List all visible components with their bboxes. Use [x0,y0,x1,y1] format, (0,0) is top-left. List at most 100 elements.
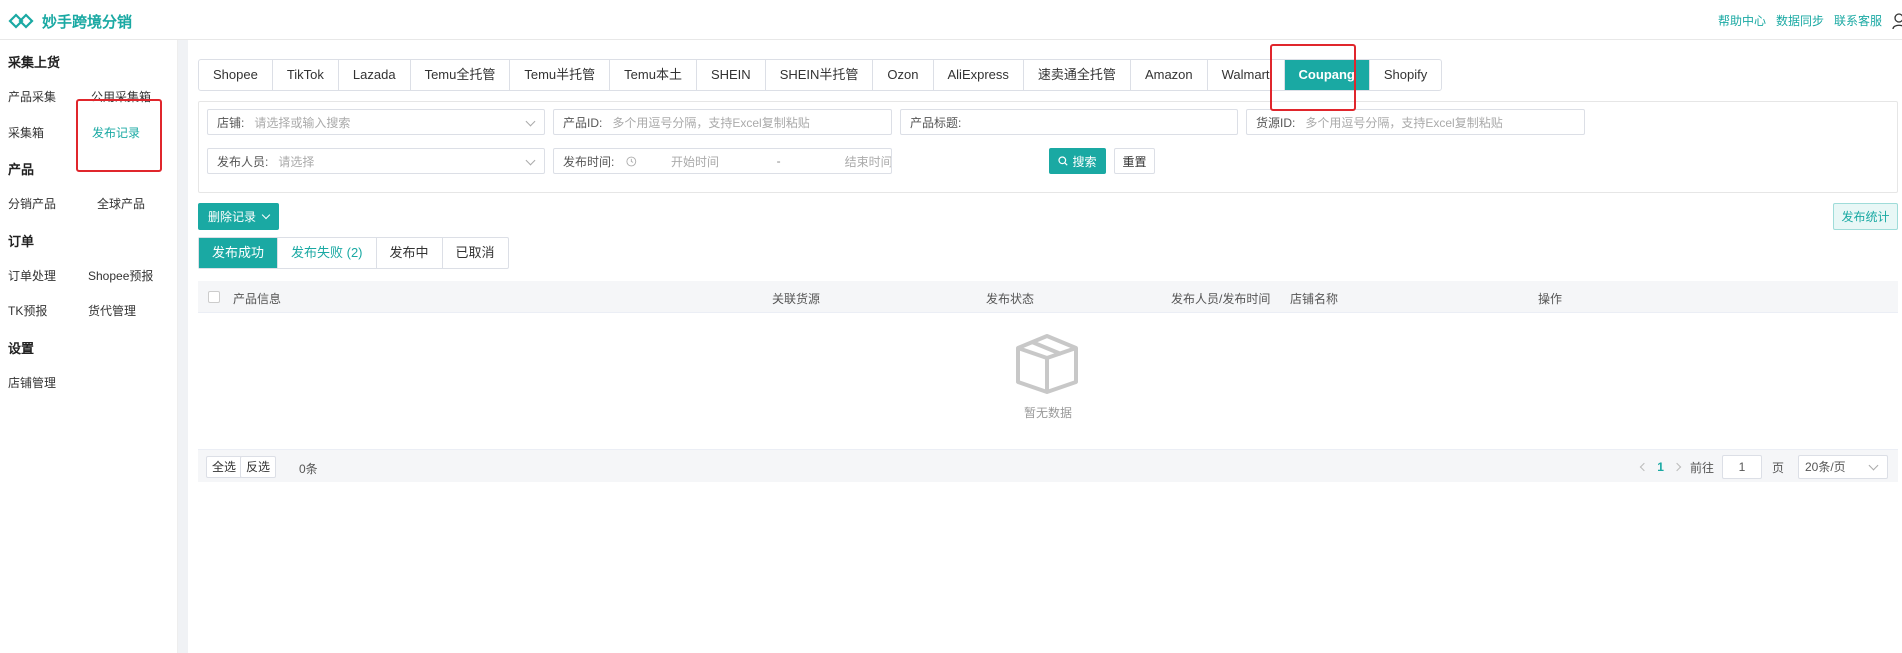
shop-label: 店铺: [217,115,245,130]
record-count: 0条 [299,462,318,476]
sidebar-item-forwarder-management[interactable]: 货代管理 [88,302,136,319]
table-footer: 全选 反选 0条 1 前往 1 页 20条/页 [198,449,1898,482]
publisher-placeholder: 请选择 [278,154,315,169]
chevron-down-icon [525,155,536,166]
tab-tiktok[interactable]: TikTok [273,60,339,90]
product-title-label: 产品标题: [910,115,962,130]
logo-icon [8,13,34,29]
end-time-placeholder[interactable]: 结束时间 [845,153,891,170]
chevron-right-icon[interactable] [1672,462,1682,472]
sidebar-gutter [178,40,188,653]
source-id-placeholder: 多个用逗号分隔，支持Excel复制粘贴 [1305,115,1503,130]
status-tabs: 发布成功 发布失败 (2) 发布中 已取消 [198,237,509,269]
sidebar-item-tk-forecast[interactable]: TK预报 [8,302,47,319]
column-product-info: 产品信息 [233,292,282,306]
page-number[interactable]: 1 [1657,460,1664,474]
date-separator: - [776,154,781,168]
chevron-down-icon [1868,460,1879,471]
sidebar-section-orders: 订单 [8,234,35,249]
tab-shein[interactable]: SHEIN [697,60,766,90]
select-all-checkbox[interactable] [208,291,220,303]
shop-placeholder: 请选择或输入搜索 [254,115,351,130]
sidebar: 采集上货 产品采集 公用采集箱 采集箱 发布记录 产品 分销产品 全球产品 订单… [0,40,178,653]
invert-selection-button[interactable]: 反选 [240,456,277,478]
records-table: 产品信息 关联货源 发布状态 发布人员/发布时间 店铺名称 操作 暂无数据 [198,281,1898,442]
column-publish-status: 发布状态 [986,292,1035,306]
sidebar-item-publish-records[interactable]: 发布记录 [92,124,140,141]
chevron-left-icon[interactable] [1640,462,1649,472]
data-sync-link[interactable]: 数据同步 [1776,12,1824,29]
tab-ozon[interactable]: Ozon [873,60,934,90]
goto-page-input[interactable]: 1 [1721,455,1762,479]
help-center-link[interactable]: 帮助中心 [1718,12,1766,29]
select-all-button[interactable]: 全选 [206,456,243,478]
publish-stats-button[interactable]: 发布统计 [1833,203,1898,230]
column-shop-name: 店铺名称 [1290,292,1339,306]
search-button-label: 搜索 [1072,154,1097,169]
tab-amazon[interactable]: Amazon [1131,60,1208,90]
pagination: 1 前往 1 页 20条/页 [1631,455,1888,479]
sidebar-item-distribution-products[interactable]: 分销产品 [8,195,56,212]
sidebar-item-shopee-forecast[interactable]: Shopee预报 [88,267,153,284]
sidebar-item-global-products[interactable]: 全球产品 [97,195,145,212]
header-links: 帮助中心 数据同步 联系客服 [1718,12,1902,29]
user-icon[interactable] [1892,12,1902,29]
source-id-label: 货源ID: [1256,115,1296,130]
product-title-input[interactable]: 产品标题: [900,109,1238,135]
tab-shopify[interactable]: Shopify [1370,60,1441,90]
publish-time-range[interactable]: 发布时间: 开始时间 - 结束时间 [553,148,892,174]
delete-records-label: 删除记录 [207,210,256,224]
source-id-input[interactable]: 货源ID: 多个用逗号分隔，支持Excel复制粘贴 [1246,109,1585,135]
column-actions: 操作 [1538,292,1563,306]
search-icon [1058,156,1069,166]
tab-temu-semi[interactable]: Temu半托管 [510,60,611,90]
reset-button[interactable]: 重置 [1114,148,1155,174]
page-size-value: 20条/页 [1805,460,1846,474]
clock-icon [626,156,637,166]
tab-lazada[interactable]: Lazada [339,60,411,90]
app-title: 妙手跨境分销 [42,13,133,31]
column-publisher-time: 发布人员/发布时间 [1171,292,1271,306]
page-unit-label: 页 [1771,460,1784,475]
sidebar-item-order-processing[interactable]: 订单处理 [8,267,56,284]
tab-temu-full[interactable]: Temu全托管 [411,60,511,90]
contact-support-link[interactable]: 联系客服 [1834,12,1882,29]
tab-walmart[interactable]: Walmart [1208,60,1285,90]
start-time-placeholder[interactable]: 开始时间 [671,153,739,170]
table-header: 产品信息 关联货源 发布状态 发布人员/发布时间 店铺名称 操作 [198,281,1898,313]
page-size-select[interactable]: 20条/页 [1798,455,1888,479]
tab-aliexpress-full[interactable]: 速卖通全托管 [1024,60,1131,90]
tab-publish-failed[interactable]: 发布失败 (2) [278,238,377,268]
chevron-down-icon [525,116,536,127]
sidebar-section-product: 产品 [8,162,35,177]
tab-cancelled[interactable]: 已取消 [443,238,508,268]
main-content: Shopee TikTok Lazada Temu全托管 Temu半托管 Tem… [188,40,1902,653]
empty-state-text: 暂无数据 [1023,406,1072,420]
sidebar-section-collect: 采集上货 [8,55,61,70]
product-id-placeholder: 多个用逗号分隔，支持Excel复制粘贴 [612,115,810,130]
tab-publishing[interactable]: 发布中 [377,238,443,268]
tab-publish-success[interactable]: 发布成功 [199,238,279,268]
tab-shein-semi[interactable]: SHEIN半托管 [766,60,874,90]
search-button[interactable]: 搜索 [1049,148,1106,174]
product-id-input[interactable]: 产品ID: 多个用逗号分隔，支持Excel复制粘贴 [553,109,892,135]
publish-time-label: 发布时间: [563,154,615,169]
top-header: 妙手跨境分销 帮助中心 数据同步 联系客服 [0,0,1902,40]
publisher-select[interactable]: 发布人员: 请选择 [207,148,545,174]
tab-temu-local[interactable]: Temu本土 [610,60,697,90]
sidebar-item-public-collect-box[interactable]: 公用采集箱 [91,88,151,105]
tab-coupang[interactable]: Coupang [1284,60,1370,90]
sidebar-item-product-collect[interactable]: 产品采集 [8,88,56,105]
shop-select[interactable]: 店铺: 请选择或输入搜索 [207,109,545,135]
delete-records-button[interactable]: 删除记录 [198,203,279,230]
chevron-down-icon [261,210,271,219]
tab-aliexpress[interactable]: AliExpress [934,60,1024,90]
sidebar-item-collect-box[interactable]: 采集箱 [8,124,44,141]
tab-shopee[interactable]: Shopee [199,60,273,90]
product-id-label: 产品ID: [563,115,603,130]
sidebar-item-shop-management[interactable]: 店铺管理 [8,374,56,391]
app-logo[interactable]: 妙手跨境分销 [8,10,132,32]
empty-box-icon [1016,334,1078,394]
goto-label: 前往 [1689,460,1714,475]
column-linked-source: 关联货源 [772,292,821,306]
